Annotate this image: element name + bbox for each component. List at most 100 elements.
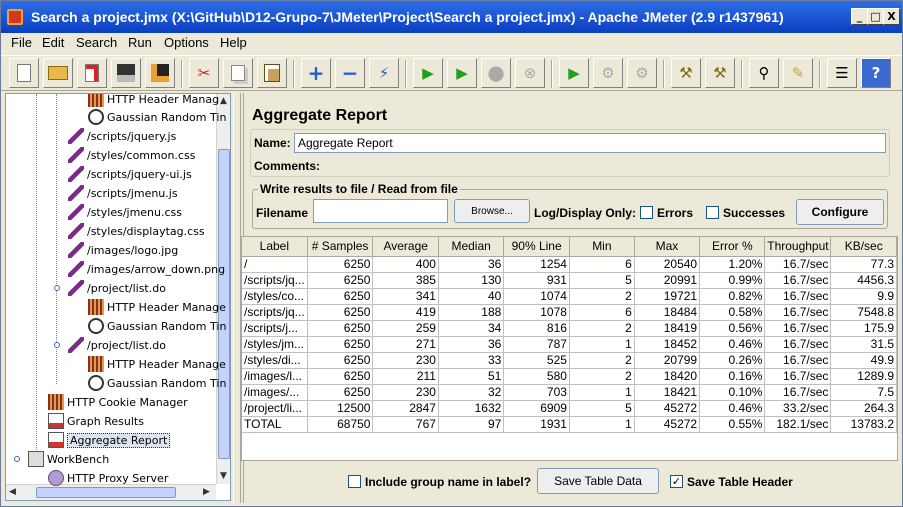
tree-item[interactable]: /images/logo.jpg bbox=[68, 241, 178, 259]
table-cell: 1 bbox=[569, 416, 635, 433]
new-icon[interactable] bbox=[9, 58, 39, 88]
table-row[interactable]: /scripts/jq... 6250 419 188 1078 6 18484 0.58% 1… bbox=[242, 304, 897, 321]
column-header[interactable]: Label bbox=[242, 237, 308, 257]
column-header[interactable]: # Samples bbox=[307, 237, 374, 257]
table-row[interactable]: TOTAL 68750 767 97 1931 1 45272 0.55% 182.1/sec 1… bbox=[242, 416, 897, 433]
tree-item[interactable]: Gaussian Random Tin bbox=[88, 317, 226, 335]
menu-edit[interactable]: Edit bbox=[42, 35, 64, 50]
tree-item[interactable]: HTTP Header Manage bbox=[88, 355, 226, 373]
reset-search-icon[interactable]: ✎ bbox=[783, 58, 813, 88]
tree-item-label: HTTP Header Manage bbox=[107, 300, 226, 314]
scroll-down-icon[interactable]: ▼ bbox=[220, 471, 227, 481]
menu-search[interactable]: Search bbox=[76, 35, 117, 50]
tree-expander-icon[interactable] bbox=[14, 456, 20, 462]
menu-run[interactable]: Run bbox=[128, 35, 152, 50]
start-icon[interactable]: ▶ bbox=[413, 58, 443, 88]
tree-item[interactable]: HTTP Header Manage bbox=[88, 298, 226, 316]
close-window-button[interactable]: X bbox=[883, 8, 900, 25]
clear-all-icon[interactable]: ⚒ bbox=[705, 58, 735, 88]
tree-item[interactable]: Graph Results bbox=[48, 412, 144, 430]
stop-icon[interactable]: ⬤ bbox=[481, 58, 511, 88]
expand-icon[interactable]: + bbox=[301, 58, 331, 88]
remote-stop-icon[interactable]: ⚙ bbox=[593, 58, 623, 88]
tree-item[interactable]: WorkBench bbox=[28, 450, 109, 468]
help-icon[interactable]: ? bbox=[861, 58, 891, 88]
column-header[interactable]: Throughput bbox=[764, 237, 832, 257]
table-row[interactable]: /6250 400 36 1254 6 20540 1.20% 16.7/sec 77.3 bbox=[242, 256, 897, 273]
tree-item[interactable]: HTTP Cookie Manager bbox=[48, 393, 188, 411]
clear-icon[interactable]: ⚒ bbox=[671, 58, 701, 88]
tree-item[interactable]: HTTP Header Manag bbox=[88, 94, 219, 108]
browse-button[interactable]: Browse... bbox=[454, 199, 530, 223]
table-cell: 703 bbox=[503, 384, 570, 401]
open-icon[interactable] bbox=[43, 58, 73, 88]
tree-hscroll-thumb[interactable] bbox=[36, 487, 176, 498]
column-header[interactable]: Average bbox=[372, 237, 439, 257]
close-icon[interactable] bbox=[77, 58, 107, 88]
tree-item[interactable]: /project/list.do bbox=[68, 336, 166, 354]
table-row[interactable]: /scripts/j... 6250 259 34 816 2 18419 0.56% 16.7… bbox=[242, 320, 897, 337]
table-row[interactable]: /images/l... 6250 211 51 580 2 18420 0.16% 16.7/… bbox=[242, 368, 897, 385]
table-row[interactable]: /images/... 6250 230 32 703 1 18421 0.10% 16.7/s… bbox=[242, 384, 897, 401]
name-field[interactable]: Aggregate Report bbox=[294, 133, 886, 153]
table-row[interactable]: /scripts/jq... 6250 385 130 931 5 20991 0.99% 16… bbox=[242, 272, 897, 289]
tree-item[interactable]: /scripts/jquery-ui.js bbox=[68, 165, 192, 183]
scroll-left-icon[interactable]: ◀ bbox=[9, 487, 16, 497]
tree-item[interactable]: HTTP Proxy Server bbox=[48, 469, 168, 487]
tree-item[interactable]: /styles/displaytag.css bbox=[68, 222, 205, 240]
tree-item[interactable]: /scripts/jmenu.js bbox=[68, 184, 178, 202]
table-cell: 16.7/sec bbox=[764, 288, 832, 305]
tree-item[interactable]: Gaussian Random Tin bbox=[88, 108, 226, 126]
test-plan-tree[interactable]: ▲ ▼ ◀ ▶ HTTP Header Manag Gaussian Random… bbox=[5, 93, 231, 501]
save-table-data-button[interactable]: Save Table Data bbox=[537, 468, 659, 494]
table-row[interactable]: /styles/di... 6250 230 33 525 2 20799 0.26% 16.7… bbox=[242, 352, 897, 369]
tree-item[interactable]: /styles/common.css bbox=[68, 146, 195, 164]
tree-vertical-scrollbar[interactable]: ▲ ▼ bbox=[216, 94, 230, 484]
filename-field[interactable] bbox=[313, 199, 448, 223]
menu-file[interactable]: File bbox=[11, 35, 32, 50]
column-header[interactable]: KB/sec bbox=[830, 237, 897, 257]
search-icon[interactable]: ⚲ bbox=[749, 58, 779, 88]
tree-item[interactable]: Aggregate Report bbox=[48, 431, 171, 449]
column-header[interactable]: Median bbox=[438, 237, 505, 257]
table-row[interactable]: /styles/jm... 6250 271 36 787 1 18452 0.46% 16.7… bbox=[242, 336, 897, 353]
table-row[interactable]: /styles/co... 6250 341 40 1074 2 19721 0.82% 16.… bbox=[242, 288, 897, 305]
remote-start-icon[interactable]: ▶ bbox=[559, 58, 589, 88]
remote-shutdown-icon[interactable]: ⚙ bbox=[627, 58, 657, 88]
collapse-icon[interactable]: − bbox=[335, 58, 365, 88]
paste-icon[interactable] bbox=[257, 58, 287, 88]
toggle-icon[interactable]: ⚡ bbox=[369, 58, 399, 88]
include-group-checkbox[interactable] bbox=[348, 475, 361, 488]
save-snapshot-icon[interactable] bbox=[145, 58, 175, 88]
minimize-button[interactable]: _ bbox=[851, 8, 868, 25]
function-helper-icon[interactable]: ☰ bbox=[827, 58, 857, 88]
tree-expander-icon[interactable] bbox=[54, 285, 60, 291]
column-header[interactable]: Min bbox=[569, 237, 635, 257]
tree-item[interactable]: /project/list.do bbox=[68, 279, 166, 297]
save-table-header-checkbox[interactable]: ✓ bbox=[670, 475, 683, 488]
save-icon[interactable] bbox=[111, 58, 141, 88]
scroll-right-icon[interactable]: ▶ bbox=[203, 487, 210, 497]
successes-checkbox[interactable] bbox=[706, 206, 719, 219]
start-no-pause-icon[interactable]: ▶ bbox=[447, 58, 477, 88]
copy-icon[interactable] bbox=[223, 58, 253, 88]
tree-item[interactable]: Gaussian Random Tin bbox=[88, 374, 226, 392]
maximize-button[interactable]: □ bbox=[867, 8, 884, 25]
cut-icon[interactable]: ✂ bbox=[189, 58, 219, 88]
tree-item[interactable]: /styles/jmenu.css bbox=[68, 203, 182, 221]
column-header[interactable]: Max bbox=[634, 237, 701, 257]
scroll-up-icon[interactable]: ▲ bbox=[220, 96, 227, 106]
tree-item[interactable]: /scripts/jquery.js bbox=[68, 127, 176, 145]
menu-options[interactable]: Options bbox=[164, 35, 209, 50]
column-header[interactable]: 90% Line bbox=[503, 237, 570, 257]
tree-item[interactable]: /images/arrow_down.png bbox=[68, 260, 225, 278]
shutdown-icon[interactable]: ⊗ bbox=[515, 58, 545, 88]
table-cell: 16.7/sec bbox=[764, 368, 832, 385]
tree-expander-icon[interactable] bbox=[54, 342, 60, 348]
column-header[interactable]: Error % bbox=[699, 237, 766, 257]
errors-checkbox[interactable] bbox=[640, 206, 653, 219]
configure-button[interactable]: Configure bbox=[796, 199, 884, 225]
pane-splitter[interactable] bbox=[233, 93, 241, 503]
table-row[interactable]: /project/li... 12500 2847 1632 6909 5 45272 0.4… bbox=[242, 400, 897, 417]
menu-help[interactable]: Help bbox=[220, 35, 247, 50]
